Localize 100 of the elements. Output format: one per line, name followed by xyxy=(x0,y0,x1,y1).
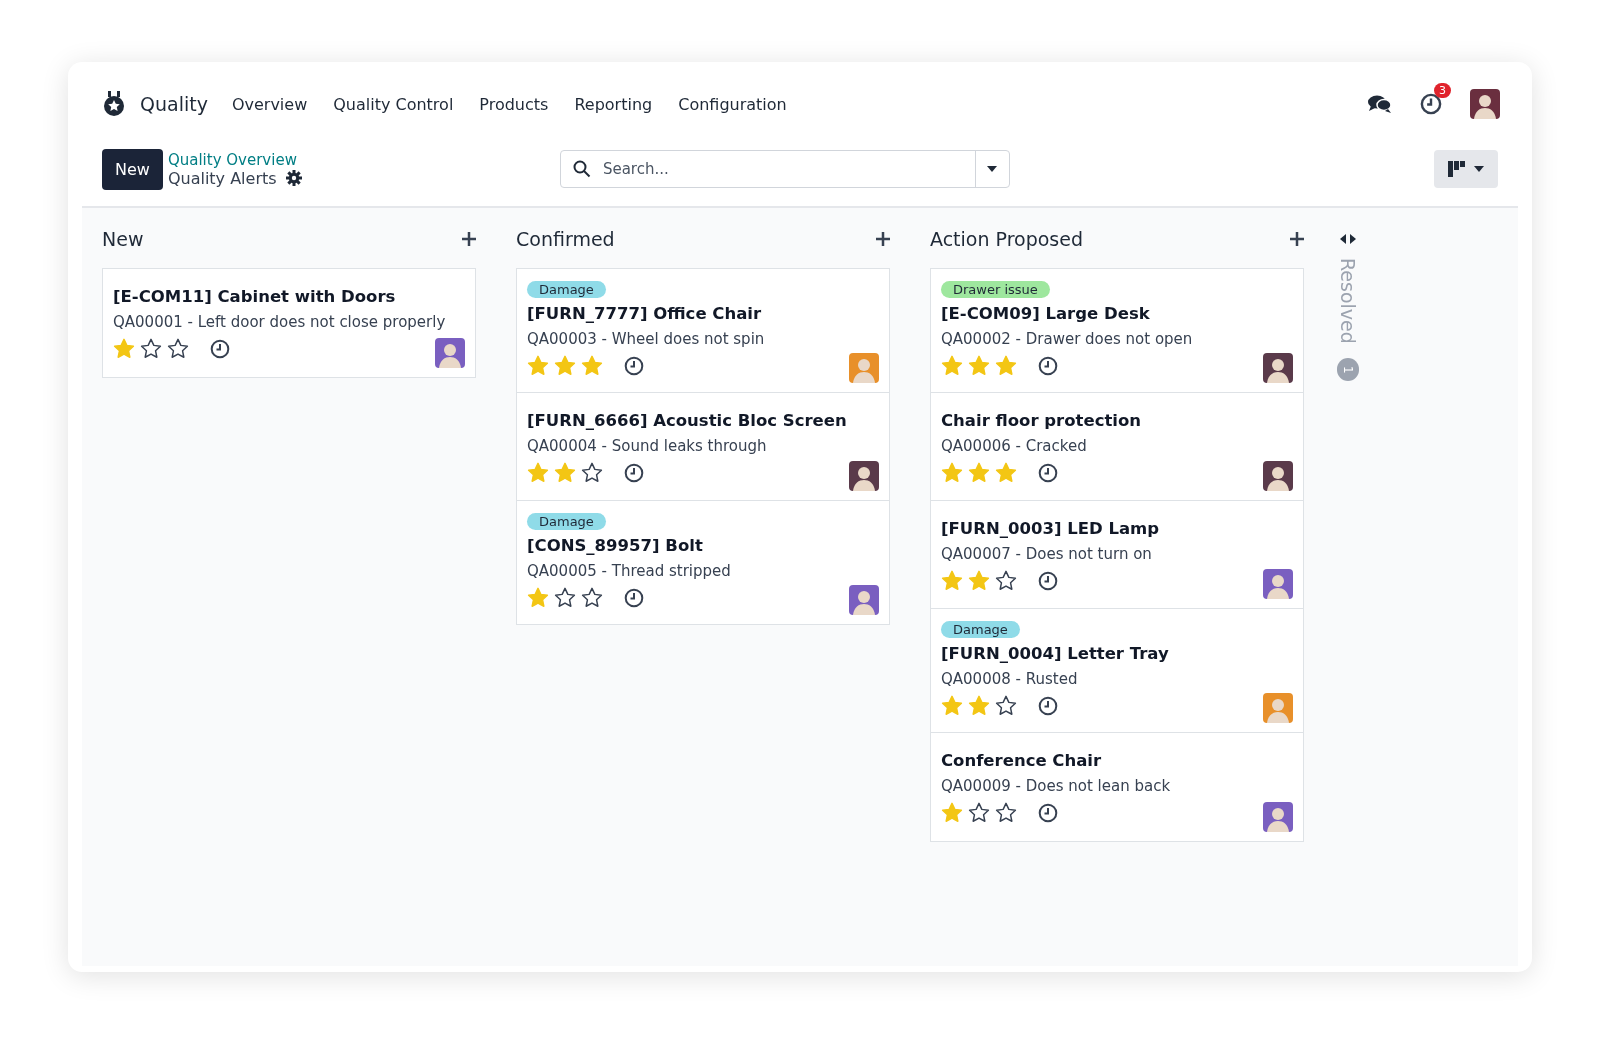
activity-clock-icon[interactable] xyxy=(624,587,644,608)
filled-star-icon[interactable] xyxy=(968,462,990,483)
notification-badge: 3 xyxy=(1434,83,1451,98)
filled-star-icon[interactable] xyxy=(968,570,990,591)
filled-star-icon[interactable] xyxy=(554,462,576,483)
priority-stars[interactable] xyxy=(527,462,603,483)
card-title: [FURN_0003] LED Lamp xyxy=(941,519,1161,538)
activity-clock-icon[interactable] xyxy=(624,355,644,376)
card-subtitle: QA00009 - Does not lean back xyxy=(941,777,1172,795)
activity-clock-icon[interactable] xyxy=(1038,570,1058,591)
activity-clock-icon[interactable] xyxy=(1038,355,1058,376)
view-switcher-button[interactable] xyxy=(1434,150,1498,188)
gear-icon[interactable] xyxy=(285,170,302,186)
card-title: [FURN_7777] Office Chair xyxy=(527,304,763,323)
filled-star-icon[interactable] xyxy=(968,355,990,376)
caret-icon xyxy=(987,166,998,172)
card-title: [E-COM09] Large Desk xyxy=(941,304,1151,323)
menu-item[interactable]: Overview xyxy=(231,94,308,114)
card-subtitle: QA00005 - Thread stripped xyxy=(527,562,732,580)
priority-stars[interactable] xyxy=(113,338,189,359)
card-title: [FURN_6666] Acoustic Bloc Screen xyxy=(527,411,848,430)
empty-star-icon[interactable] xyxy=(140,338,162,359)
medal-icon xyxy=(102,91,126,117)
add-card-button[interactable] xyxy=(1290,232,1304,246)
priority-stars[interactable] xyxy=(941,695,1017,716)
search-field[interactable]: Search... xyxy=(559,150,1010,188)
priority-stars[interactable] xyxy=(527,587,603,608)
empty-star-icon[interactable] xyxy=(995,570,1017,591)
filled-star-icon[interactable] xyxy=(941,570,963,591)
card-subtitle: QA00004 - Sound leaks through xyxy=(527,437,768,455)
activity-clock-icon[interactable] xyxy=(1038,695,1058,716)
record-count: 1 xyxy=(1337,357,1359,382)
search-input[interactable]: Search... xyxy=(600,159,975,179)
card-subtitle: QA00007 - Does not turn on xyxy=(941,545,1153,563)
activity-clock-icon[interactable] xyxy=(1038,802,1058,823)
kanban-view-icon xyxy=(1448,161,1466,177)
column-title: Confirmed xyxy=(516,228,615,250)
menu-item[interactable]: Quality Control xyxy=(333,94,454,114)
empty-star-icon[interactable] xyxy=(995,695,1017,716)
filled-star-icon[interactable] xyxy=(113,338,135,359)
filled-star-icon[interactable] xyxy=(941,695,963,716)
add-card-button[interactable] xyxy=(462,232,476,246)
card-subtitle: QA00001 - Left door does not close properly xyxy=(113,313,447,331)
plus-icon xyxy=(876,232,890,246)
empty-star-icon[interactable] xyxy=(167,338,189,359)
tag: Damage xyxy=(941,621,1020,638)
priority-stars[interactable] xyxy=(941,355,1017,376)
tag: Damage xyxy=(527,513,606,530)
filled-star-icon[interactable] xyxy=(995,355,1017,376)
filled-star-icon[interactable] xyxy=(554,355,576,376)
search-icon xyxy=(572,160,591,178)
filled-star-icon[interactable] xyxy=(527,355,549,376)
card-title: [CONS_89957] Bolt xyxy=(527,536,704,555)
page-title: Quality Alerts xyxy=(167,168,277,188)
card-subtitle: QA00002 - Drawer does not open xyxy=(941,330,1194,348)
chat-icon[interactable] xyxy=(1368,94,1392,114)
filled-star-icon[interactable] xyxy=(941,462,963,483)
column-title: Action Proposed xyxy=(930,228,1084,250)
filled-star-icon[interactable] xyxy=(995,462,1017,483)
filled-star-icon[interactable] xyxy=(941,355,963,376)
activity-clock-icon[interactable] xyxy=(1420,93,1442,115)
new-button[interactable]: New xyxy=(102,148,163,190)
activity-clock-icon[interactable] xyxy=(1038,462,1058,483)
add-card-button[interactable] xyxy=(876,232,890,246)
activity-clock-icon[interactable] xyxy=(624,462,644,483)
tag: Damage xyxy=(527,281,606,298)
filled-star-icon[interactable] xyxy=(581,355,603,376)
activity-clock-icon[interactable] xyxy=(210,338,230,359)
card-title: Conference Chair xyxy=(941,751,1103,770)
filled-star-icon[interactable] xyxy=(941,802,963,823)
filled-star-icon[interactable] xyxy=(527,587,549,608)
expand-arrows-icon[interactable] xyxy=(1340,234,1356,244)
caret-icon xyxy=(1474,166,1484,172)
empty-star-icon[interactable] xyxy=(581,462,603,483)
card-subtitle: QA00006 - Cracked xyxy=(941,437,1088,455)
tag: Drawer issue xyxy=(941,281,1050,298)
empty-star-icon[interactable] xyxy=(581,587,603,608)
card-title: [E-COM11] Cabinet with Doors xyxy=(113,287,397,306)
breadcrumb-link[interactable]: Quality Overview xyxy=(167,150,560,169)
card-subtitle: QA00003 - Wheel does not spin xyxy=(527,330,766,348)
priority-stars[interactable] xyxy=(527,355,603,376)
card-title: [FURN_0004] Letter Tray xyxy=(941,644,1170,663)
empty-star-icon[interactable] xyxy=(554,587,576,608)
card-subtitle: QA00008 - Rusted xyxy=(941,670,1079,688)
filled-star-icon[interactable] xyxy=(968,695,990,716)
menu-item[interactable]: Reporting xyxy=(574,94,653,114)
app-name[interactable]: Quality xyxy=(140,93,208,115)
user-avatar xyxy=(1470,89,1500,119)
empty-star-icon[interactable] xyxy=(968,802,990,823)
column-title: New xyxy=(102,228,144,250)
filled-star-icon[interactable] xyxy=(527,462,549,483)
menu-item[interactable]: Configuration xyxy=(678,94,787,114)
priority-stars[interactable] xyxy=(941,462,1017,483)
priority-stars[interactable] xyxy=(941,570,1017,591)
empty-star-icon[interactable] xyxy=(995,802,1017,823)
plus-icon xyxy=(462,232,476,246)
priority-stars[interactable] xyxy=(941,802,1017,823)
menu-item[interactable]: Products xyxy=(479,94,549,114)
card-title: Chair floor protection xyxy=(941,411,1143,430)
plus-icon xyxy=(1290,232,1304,246)
